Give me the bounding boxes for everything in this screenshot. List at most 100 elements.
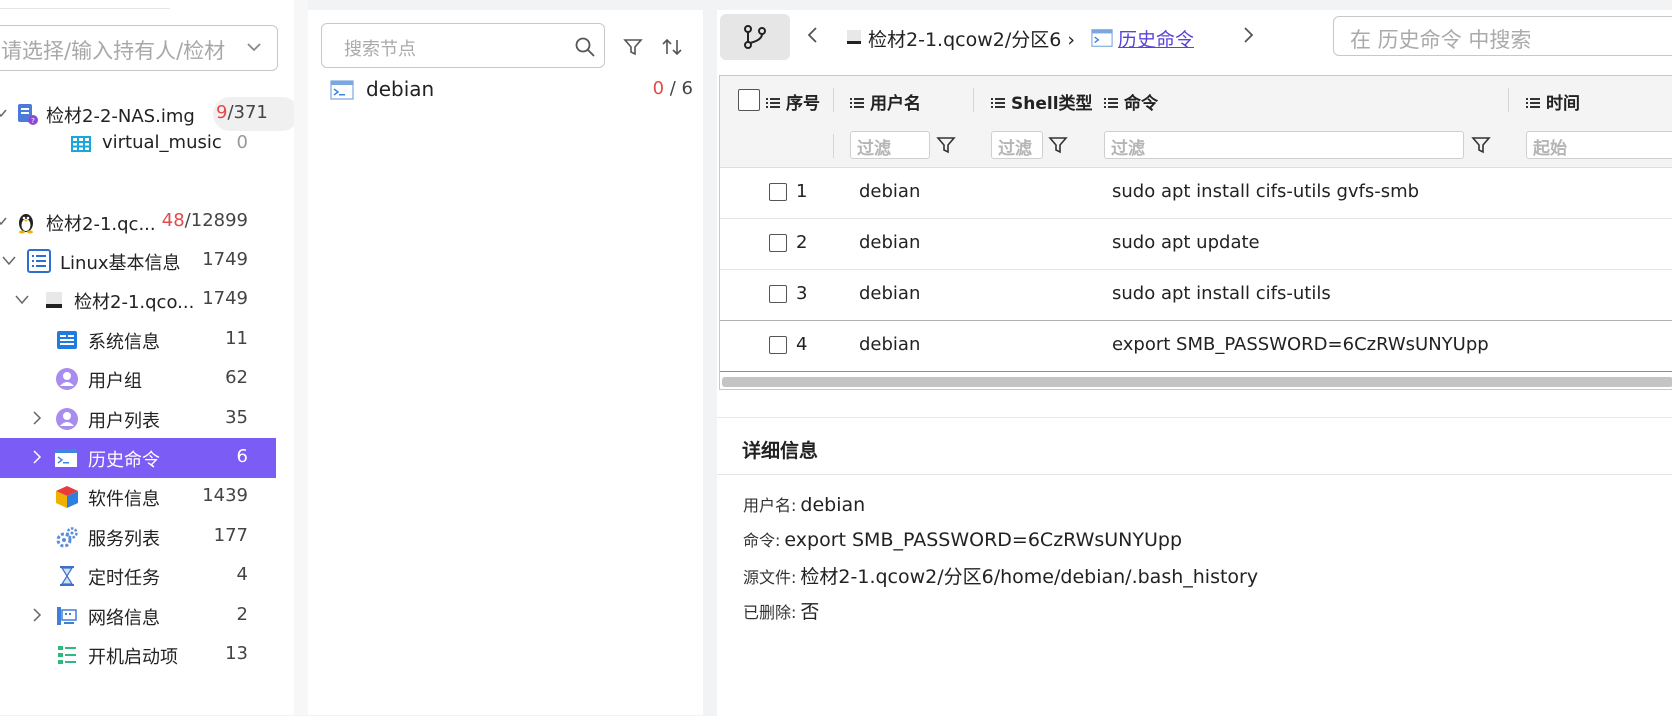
cell-username: debian bbox=[859, 283, 921, 304]
table-row-selected[interactable]: 4 debian export SMB_PASSWORD=6CzRWsUNYUp… bbox=[720, 320, 1672, 372]
drive-icon bbox=[847, 30, 861, 44]
column-header-command[interactable]: 命令 bbox=[1104, 89, 1158, 114]
command-filter-input[interactable]: 过滤 bbox=[1104, 131, 1464, 159]
chevron-down-icon[interactable] bbox=[2, 253, 16, 267]
gears-icon bbox=[56, 527, 78, 548]
tree-item-count: 0 bbox=[236, 132, 248, 153]
column-separator[interactable] bbox=[833, 88, 834, 112]
filter-icon[interactable] bbox=[622, 36, 644, 58]
cell-username: debian bbox=[859, 334, 921, 355]
time-filter-input[interactable]: 起始 bbox=[1526, 131, 1672, 159]
column-separator[interactable] bbox=[973, 88, 974, 112]
tree-item-count: 9/371 bbox=[216, 102, 268, 123]
username-filter-input[interactable]: 过滤 bbox=[850, 131, 930, 159]
tree-item-count: 177 bbox=[213, 525, 248, 546]
tree-item-qcow-evidence[interactable]: 检材2-1.qc... 48/12899 bbox=[0, 202, 294, 242]
tree-item-label: 开机启动项 bbox=[88, 647, 178, 668]
table-icon bbox=[71, 136, 91, 152]
tree-item-label: Linux基本信息 bbox=[60, 253, 181, 274]
linux-penguin-icon bbox=[19, 214, 33, 234]
table-row[interactable]: 3 debian sudo apt install cifs-utils bbox=[720, 270, 1672, 321]
table-row[interactable]: 2 debian sudo apt update bbox=[720, 219, 1672, 270]
cell-seq: 2 bbox=[796, 232, 808, 253]
table-row[interactable]: 1 debian sudo apt install cifs-utils gvf… bbox=[720, 168, 1672, 219]
breadcrumb-current[interactable]: 历史命令 bbox=[1118, 25, 1194, 52]
breadcrumb-path[interactable]: 检材2-1.qcow2/分区6 › bbox=[868, 25, 1075, 52]
detail-field-source-file: 源文件: 检材2-1.qcow2/分区6/home/debian/.bash_hi… bbox=[743, 566, 1259, 588]
chevron-down-icon bbox=[247, 43, 261, 52]
column-menu-icon bbox=[1104, 98, 1118, 108]
table-search-input[interactable]: 在 历史命令 中搜索 bbox=[1333, 16, 1672, 56]
node-item-label: debian bbox=[366, 77, 435, 101]
tree-item-count: 13 bbox=[225, 643, 248, 664]
filter-icon[interactable] bbox=[1471, 135, 1491, 155]
column-header-username[interactable]: 用户名 bbox=[850, 89, 921, 114]
back-arrow-icon[interactable] bbox=[804, 26, 822, 44]
tree-item-count: 1439 bbox=[202, 485, 248, 506]
row-checkbox[interactable] bbox=[769, 336, 787, 354]
grid-header: 序号 用户名 Shell类型 命令 时间 bbox=[720, 76, 1672, 125]
chevron-right-icon[interactable] bbox=[30, 450, 44, 464]
grid-filter-row: 过滤 过滤 过滤 起始 bbox=[720, 124, 1672, 168]
chevron-down-icon[interactable] bbox=[15, 292, 29, 306]
tree-item-qcow-drive[interactable]: 检材2-1.qco... 1749 bbox=[0, 280, 294, 320]
forward-arrow-icon[interactable] bbox=[1239, 26, 1257, 44]
tree-item-user-group[interactable]: 用户组 62 bbox=[0, 359, 294, 399]
tree-item-system-info[interactable]: 系统信息 11 bbox=[0, 320, 294, 360]
row-checkbox[interactable] bbox=[769, 234, 787, 252]
tree-item-virtual-music[interactable]: virtual_music 0 bbox=[0, 124, 294, 160]
tree-item-count: 1749 bbox=[202, 288, 248, 309]
chevron-right-icon[interactable] bbox=[30, 608, 44, 622]
filter-icon[interactable] bbox=[1048, 135, 1068, 155]
tree-item-count: 62 bbox=[225, 367, 248, 388]
search-icon[interactable] bbox=[574, 36, 596, 58]
tree-item-label: 网络信息 bbox=[88, 608, 160, 629]
row-checkbox[interactable] bbox=[769, 285, 787, 303]
select-all-checkbox[interactable] bbox=[738, 89, 760, 111]
cell-command: export SMB_PASSWORD=6CzRWsUNYUpp bbox=[1112, 334, 1489, 355]
terminal-icon bbox=[330, 80, 354, 100]
startup-list-icon bbox=[58, 646, 76, 664]
tree-item-software-info[interactable]: 软件信息 1439 bbox=[0, 477, 294, 517]
tree-item-count: 48/12899 bbox=[161, 210, 248, 231]
node-item-debian[interactable]: debian 0 / 6 bbox=[328, 74, 698, 106]
tree-item-linux-basic-info[interactable]: Linux基本信息 1749 bbox=[0, 241, 294, 281]
table-search-placeholder: 在 历史命令 中搜索 bbox=[1350, 28, 1532, 52]
tree-item-scheduled-tasks[interactable]: 定时任务 4 bbox=[0, 556, 294, 596]
sort-icon[interactable] bbox=[661, 36, 683, 58]
column-menu-icon bbox=[991, 98, 1005, 108]
top-divider bbox=[0, 0, 170, 9]
node-panel: 搜索节点 debian 0 / 6 bbox=[308, 10, 703, 715]
tree-item-user-list[interactable]: 用户列表 35 bbox=[0, 399, 294, 439]
terminal-icon bbox=[1091, 29, 1113, 47]
tree-item-label: 服务列表 bbox=[88, 529, 160, 550]
chevron-down-icon[interactable] bbox=[0, 214, 8, 228]
tree-item-count: 4 bbox=[236, 564, 248, 585]
cell-seq: 1 bbox=[796, 181, 808, 202]
chevron-down-icon[interactable] bbox=[0, 106, 8, 120]
tree-item-label: 检材2-1.qco... bbox=[74, 292, 195, 313]
owner-select[interactable]: 请选择/输入持有人/检材 bbox=[0, 25, 278, 71]
shell-filter-input[interactable]: 过滤 bbox=[991, 131, 1043, 159]
tree-item-label: 用户列表 bbox=[88, 411, 160, 432]
tree-item-startup-items[interactable]: 开机启动项 13 bbox=[0, 635, 294, 675]
column-header-time[interactable]: 时间 bbox=[1526, 89, 1580, 114]
chevron-right-icon[interactable] bbox=[30, 411, 44, 425]
column-header-shell-type[interactable]: Shell类型 bbox=[991, 89, 1093, 114]
disk-image-icon: ? bbox=[18, 104, 38, 125]
row-checkbox[interactable] bbox=[769, 183, 787, 201]
tree-item-service-list[interactable]: 服务列表 177 bbox=[0, 517, 294, 557]
horizontal-scrollbar[interactable] bbox=[722, 377, 1672, 387]
branch-view-button[interactable] bbox=[720, 14, 790, 60]
node-search-input[interactable]: 搜索节点 bbox=[321, 23, 605, 68]
tree-item-history-commands[interactable]: 历史命令 6 bbox=[0, 438, 276, 478]
tree-item-count: 11 bbox=[225, 328, 248, 349]
detail-divider bbox=[717, 474, 1672, 475]
left-panel-scroll-gutter[interactable] bbox=[294, 0, 308, 715]
tree-item-label: 检材2-1.qc... bbox=[46, 214, 156, 235]
column-header-seq[interactable]: 序号 bbox=[766, 89, 820, 114]
tree-item-network-info[interactable]: 网络信息 2 bbox=[0, 596, 294, 636]
filter-icon[interactable] bbox=[936, 135, 956, 155]
column-separator bbox=[833, 134, 834, 158]
column-separator[interactable] bbox=[1508, 88, 1509, 112]
